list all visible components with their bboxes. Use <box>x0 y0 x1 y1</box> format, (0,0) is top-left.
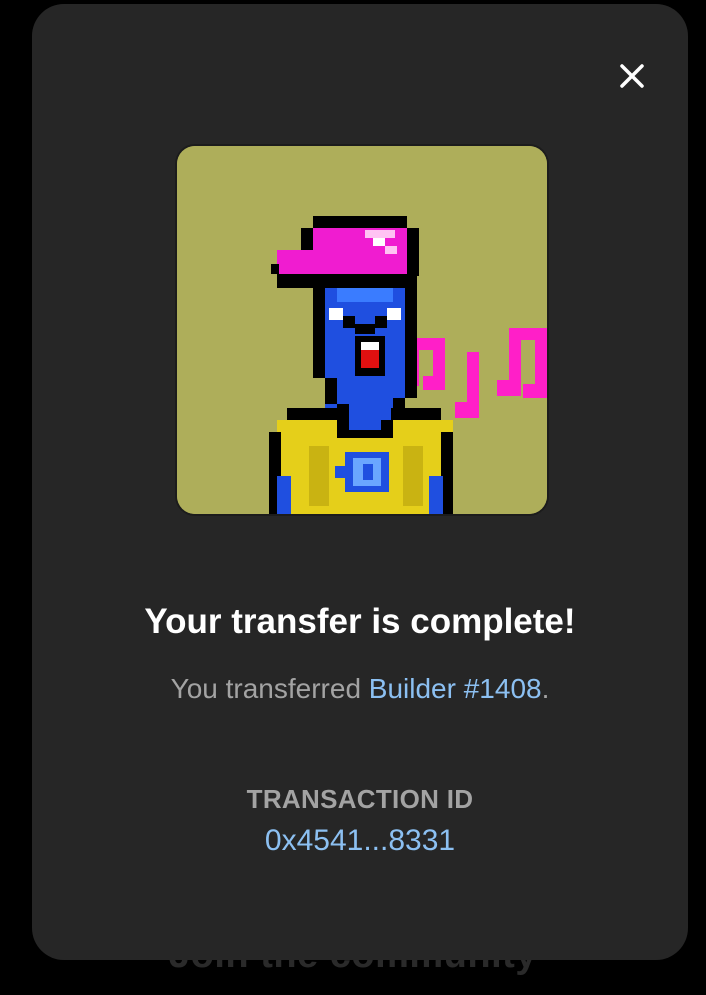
nft-link[interactable]: Builder #1408 <box>369 673 542 704</box>
transaction-id-link[interactable]: 0x4541...8331 <box>32 824 688 858</box>
page: Join the community <box>0 0 706 995</box>
transfer-complete-modal: Your transfer is complete! You transferr… <box>32 4 688 960</box>
close-button[interactable] <box>612 56 652 96</box>
pixel-art-builder-avatar-icon <box>177 146 547 514</box>
transaction-id-label: TRANSACTION ID <box>246 784 474 814</box>
close-icon[interactable] <box>612 56 652 96</box>
subtitle-suffix: . <box>541 673 550 704</box>
transfer-subtitle: You transferred Builder #1408. <box>32 673 688 705</box>
modal-title: Your transfer is complete! <box>144 602 576 641</box>
subtitle-prefix: You transferred <box>170 673 369 704</box>
nft-image <box>177 146 547 514</box>
